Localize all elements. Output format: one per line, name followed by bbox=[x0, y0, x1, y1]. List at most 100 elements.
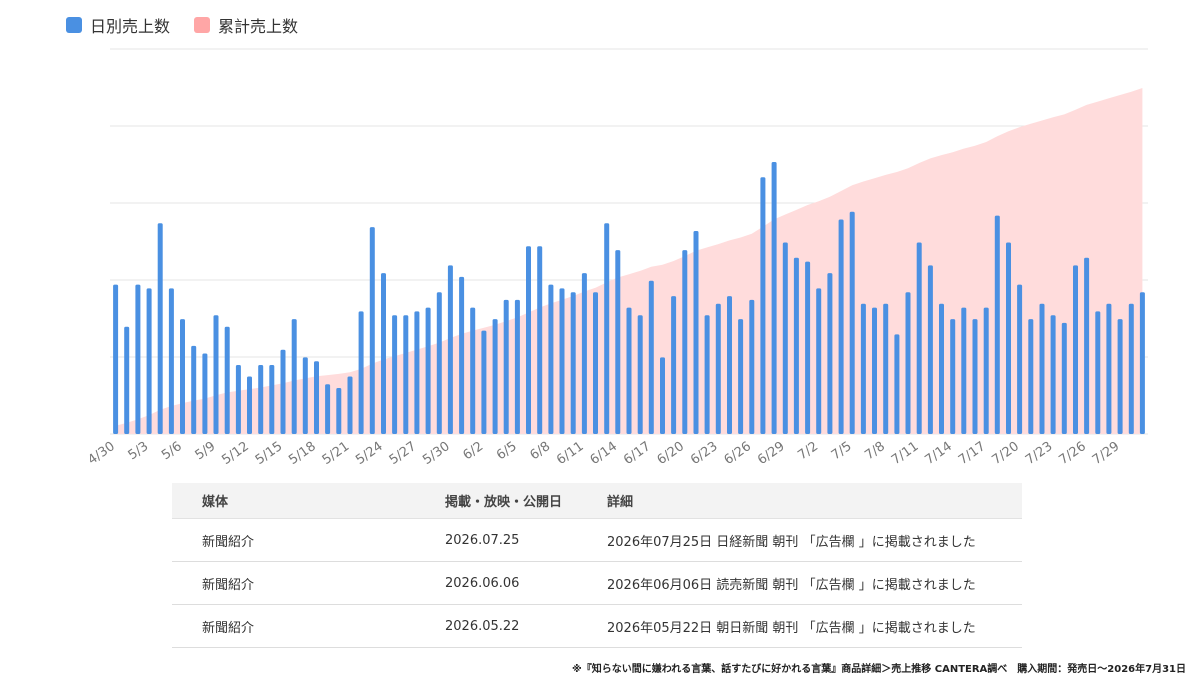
daily-bar bbox=[258, 365, 264, 434]
x-tick-label: 4/30 bbox=[85, 439, 118, 468]
daily-bar bbox=[950, 319, 956, 434]
daily-bar bbox=[180, 319, 185, 434]
daily-bar bbox=[392, 315, 398, 434]
x-tick-label: 7/2 bbox=[795, 439, 821, 463]
x-tick-label: 7/8 bbox=[862, 439, 888, 463]
daily-bar bbox=[291, 319, 297, 434]
daily-bar bbox=[1139, 292, 1145, 434]
daily-bar bbox=[682, 250, 688, 434]
daily-bar bbox=[202, 353, 208, 434]
x-tick-label: 5/3 bbox=[126, 439, 152, 463]
daily-bar bbox=[113, 284, 119, 434]
x-tick-label: 5/18 bbox=[286, 439, 319, 468]
x-tick-label: 7/29 bbox=[1090, 439, 1123, 468]
daily-bar bbox=[213, 315, 219, 434]
x-tick-label: 5/27 bbox=[387, 439, 420, 468]
media-cell: 新聞紹介 bbox=[172, 561, 445, 605]
daily-bar bbox=[1073, 265, 1078, 434]
daily-bar bbox=[570, 292, 576, 434]
x-tick-label: 6/17 bbox=[621, 439, 654, 468]
daily-bar bbox=[280, 349, 286, 434]
daily-bar bbox=[247, 376, 252, 434]
daily-bar bbox=[369, 227, 375, 434]
daily-bar bbox=[671, 296, 677, 434]
x-tick-label: 6/8 bbox=[527, 439, 553, 463]
daily-bar bbox=[660, 357, 665, 434]
date-cell: 2026.05.22 bbox=[445, 604, 607, 648]
daily-bar bbox=[994, 215, 1000, 434]
date-cell: 2026.07.25 bbox=[445, 518, 607, 562]
daily-bar bbox=[135, 284, 141, 434]
daily-bar bbox=[983, 307, 989, 434]
x-tick-label: 5/6 bbox=[159, 439, 185, 463]
daily-bar bbox=[760, 177, 766, 435]
daily-bar bbox=[447, 265, 453, 434]
daily-bar bbox=[124, 326, 130, 434]
x-tick-label: 6/11 bbox=[554, 439, 587, 468]
x-tick-label: 6/20 bbox=[655, 439, 688, 468]
daily-bar bbox=[905, 292, 911, 434]
daily-bar bbox=[615, 250, 621, 434]
daily-bar bbox=[805, 261, 811, 434]
date-cell: 2026.06.06 bbox=[445, 561, 607, 605]
x-tick-label: 5/12 bbox=[219, 439, 252, 468]
x-tick-label: 5/15 bbox=[253, 439, 286, 468]
daily-bar bbox=[235, 365, 241, 434]
daily-bar bbox=[503, 299, 509, 434]
x-tick-label: 7/26 bbox=[1056, 439, 1089, 468]
daily-bar bbox=[314, 361, 319, 434]
x-tick-label: 5/9 bbox=[193, 439, 219, 463]
x-tick-label: 7/20 bbox=[989, 439, 1022, 468]
media-cell: 新聞紹介 bbox=[172, 518, 445, 562]
daily-bar bbox=[1084, 257, 1090, 434]
x-tick-label: 5/30 bbox=[420, 439, 453, 468]
daily-bar bbox=[526, 246, 531, 434]
daily-bar bbox=[414, 311, 420, 434]
media-cell: 新聞紹介 bbox=[172, 604, 445, 648]
x-tick-label: 7/17 bbox=[956, 439, 989, 468]
daily-bar bbox=[793, 257, 799, 434]
detail-cell: 2026年07月25日 日経新聞 朝刊 「広告欄 」に掲載されました bbox=[607, 518, 1022, 562]
daily-bar bbox=[514, 299, 520, 434]
daily-bar bbox=[224, 326, 230, 434]
x-tick-label: 6/29 bbox=[755, 439, 788, 468]
daily-bar bbox=[749, 299, 755, 434]
daily-bar bbox=[593, 292, 598, 434]
daily-bar bbox=[191, 345, 197, 434]
daily-bar bbox=[939, 303, 944, 434]
daily-bar bbox=[738, 319, 744, 434]
daily-bar bbox=[492, 319, 498, 434]
sales-chart: 4/30 5/3 5/6 5/9 5/12 5/15 5/18 5/21 5/24 5/27 5/3… bbox=[85, 48, 1148, 468]
daily-bar bbox=[146, 288, 152, 434]
daily-bar bbox=[782, 242, 788, 434]
daily-bar bbox=[860, 303, 866, 434]
daily-bar bbox=[883, 303, 889, 434]
x-tick-label: 6/2 bbox=[460, 439, 486, 463]
x-tick-label: 6/14 bbox=[588, 439, 621, 468]
x-tick-label: 6/5 bbox=[494, 439, 520, 463]
daily-bar bbox=[548, 284, 554, 434]
column-header-media: 媒体 bbox=[172, 483, 445, 519]
daily-bar bbox=[1106, 303, 1112, 434]
daily-bar bbox=[1050, 315, 1056, 434]
column-header-detail: 詳細 bbox=[607, 483, 1022, 519]
daily-bar bbox=[1095, 311, 1101, 434]
x-tick-label: 7/23 bbox=[1023, 439, 1056, 468]
daily-bar bbox=[849, 211, 855, 434]
x-tick-label: 7/11 bbox=[889, 439, 922, 468]
daily-bar bbox=[872, 307, 877, 434]
daily-bar bbox=[381, 273, 386, 434]
daily-bar bbox=[168, 288, 174, 434]
daily-bar bbox=[637, 315, 643, 434]
daily-bar bbox=[470, 307, 476, 434]
table-row: 新聞紹介 2026.05.22 2026年05月22日 朝日新聞 朝刊 「広告欄… bbox=[172, 604, 1022, 648]
daily-bar bbox=[715, 303, 721, 434]
daily-bar bbox=[626, 307, 632, 434]
daily-bar bbox=[927, 265, 933, 434]
daily-bar bbox=[827, 273, 833, 434]
x-tick-label: 7/14 bbox=[922, 439, 955, 468]
daily-bar bbox=[727, 296, 732, 434]
x-tick-label: 6/26 bbox=[722, 439, 755, 468]
daily-bar bbox=[648, 280, 654, 434]
daily-bar bbox=[358, 311, 364, 434]
